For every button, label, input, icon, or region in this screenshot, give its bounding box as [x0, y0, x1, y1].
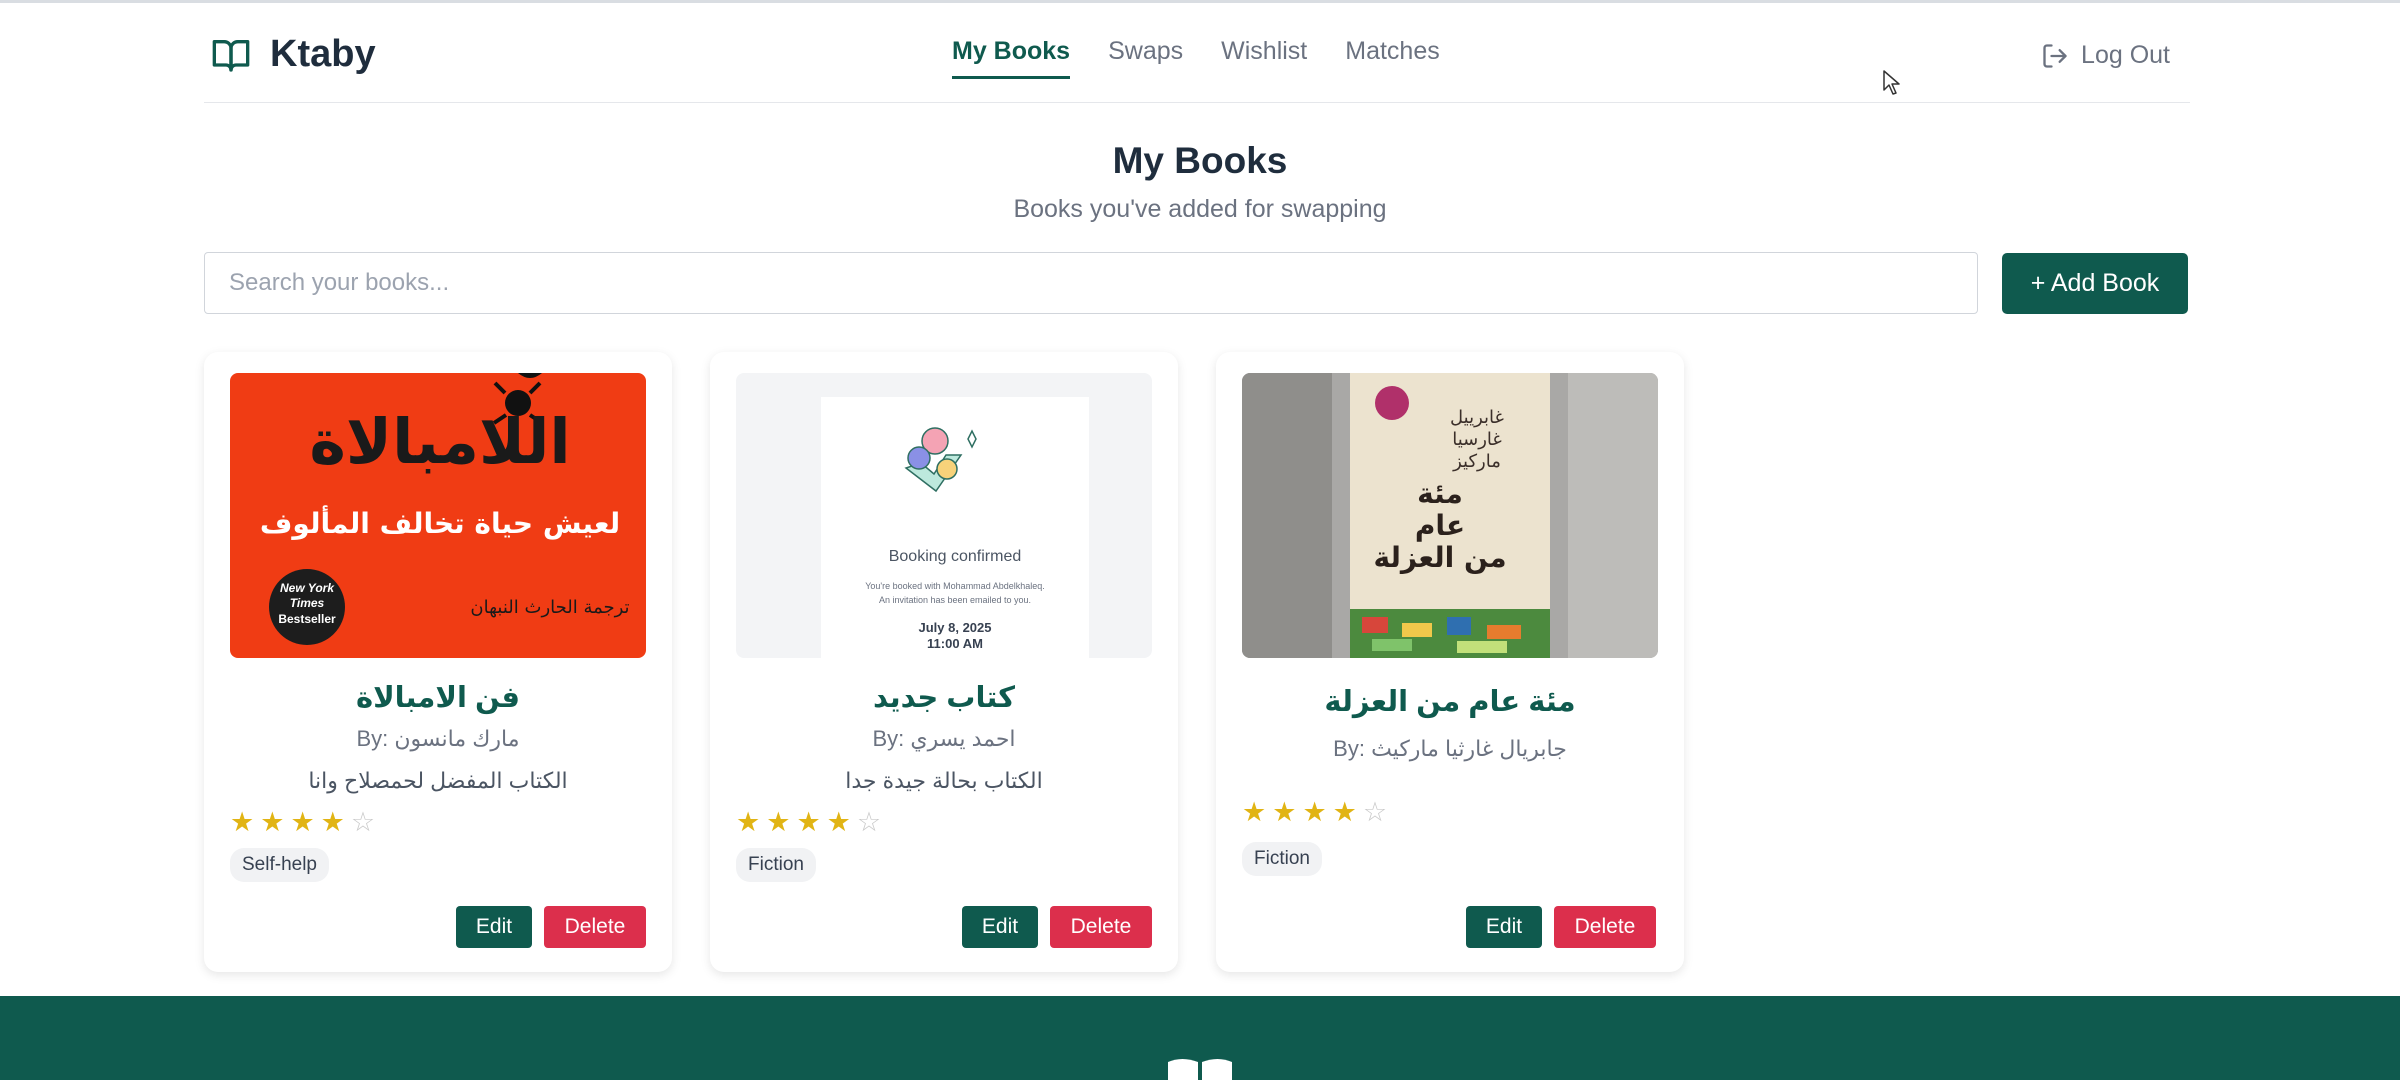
book-author: By: مارك مانسون	[356, 726, 520, 751]
star-icon: ★	[1272, 797, 1297, 827]
genre-badge: Fiction	[736, 848, 816, 882]
logout-icon	[2043, 43, 2067, 68]
edit-button[interactable]: Edit	[1466, 906, 1542, 948]
delete-button[interactable]: Delete	[544, 906, 646, 948]
star-icon: ★	[826, 807, 851, 837]
logo[interactable]: Ktaby	[208, 33, 376, 76]
svg-text:ماركيز: ماركيز	[1452, 451, 1501, 472]
star-outline-icon: ☆	[1362, 797, 1388, 827]
book-title: فن الامبالاة	[355, 682, 521, 714]
genre-badge: Self-help	[230, 848, 329, 882]
svg-text:Bestseller: Bestseller	[278, 612, 336, 626]
star-icon: ★	[736, 807, 761, 837]
star-icon: ★	[1302, 797, 1327, 827]
svg-text:غابرييل: غابرييل	[1450, 407, 1504, 428]
star-icon: ★	[796, 807, 821, 837]
star-icon: ★	[260, 807, 285, 837]
delete-button[interactable]: Delete	[1050, 906, 1152, 948]
star-rating: ★ ★ ★ ★ ☆	[1242, 799, 1387, 826]
open-book-icon	[1168, 1059, 1232, 1080]
star-icon: ★	[320, 807, 345, 837]
app-name: Ktaby	[270, 33, 376, 75]
book-card: Booking confirmed You're booked with Moh…	[710, 352, 1178, 972]
nav-wishlist[interactable]: Wishlist	[1221, 37, 1307, 79]
edit-button[interactable]: Edit	[962, 906, 1038, 948]
footer	[0, 996, 2400, 1080]
svg-text:An invitation has been emailed: An invitation has been emailed to you.	[879, 595, 1031, 605]
star-outline-icon: ☆	[856, 807, 882, 837]
book-cover-image[interactable]: غابرييل غارسيا ماركيز مئة عام من العزلة	[1242, 373, 1658, 658]
star-icon: ★	[1242, 797, 1267, 827]
nav-swaps[interactable]: Swaps	[1108, 37, 1183, 79]
genre-badge: Fiction	[1242, 842, 1322, 876]
book-author: By: احمد يسري	[872, 726, 1016, 751]
svg-text:You're booked with Mohammad Ab: You're booked with Mohammad Abdelkhaleq.	[865, 581, 1045, 591]
book-title: مئة عام من العزلة	[1324, 686, 1576, 718]
svg-text:11:00 AM: 11:00 AM	[927, 636, 983, 651]
star-icon: ★	[1332, 797, 1357, 827]
nav-my-books[interactable]: My Books	[952, 37, 1071, 79]
svg-text:غارسيا: غارسيا	[1452, 429, 1502, 450]
book-description: الكتاب المفضل لحمصلاح وانا	[308, 768, 568, 793]
page-title: My Books	[1112, 140, 1288, 181]
svg-text:عام: عام	[1415, 509, 1465, 542]
book-cover-image[interactable]: Booking confirmed You're booked with Moh…	[736, 373, 1152, 658]
svg-text:من العزلة: من العزلة	[1373, 541, 1506, 574]
main-nav: My Books Swaps Wishlist Matches	[952, 37, 1440, 79]
delete-button[interactable]: Delete	[1554, 906, 1656, 948]
star-icon: ★	[766, 807, 791, 837]
book-card: غابرييل غارسيا ماركيز مئة عام من العزلة …	[1216, 352, 1684, 972]
svg-text:اللامبالاة: اللامبالاة	[309, 405, 570, 478]
book-description: الكتاب بحالة جيدة جدا	[845, 768, 1043, 793]
star-rating: ★ ★ ★ ★ ☆	[230, 809, 375, 836]
mouse-cursor-icon	[1883, 70, 1900, 95]
edit-button[interactable]: Edit	[456, 906, 532, 948]
star-rating: ★ ★ ★ ★ ☆	[736, 809, 881, 836]
page-subtitle: Books you've added for swapping	[1013, 195, 1387, 223]
svg-text:لعيش حياة تخالف المألوف: لعيش حياة تخالف المألوف	[260, 505, 620, 540]
book-title: كتاب جديد	[872, 682, 1016, 714]
search-input[interactable]	[204, 252, 1978, 314]
star-icon: ★	[290, 807, 315, 837]
open-book-icon	[212, 39, 250, 72]
svg-text:Times: Times	[290, 596, 325, 610]
svg-text:New York: New York	[280, 581, 335, 595]
book-card: اللامبالاة لعيش حياة تخالف المألوف ترجمة…	[204, 352, 672, 972]
star-outline-icon: ☆	[350, 807, 376, 837]
svg-text:ترجمة الحارث النبهان: ترجمة الحارث النبهان	[470, 597, 629, 618]
book-author: By: جابريال غارثيا ماركيث	[1333, 736, 1567, 761]
book-cover-image[interactable]: اللامبالاة لعيش حياة تخالف المألوف ترجمة…	[230, 373, 646, 658]
logout-button[interactable]: Log Out	[2041, 41, 2170, 70]
nav-matches[interactable]: Matches	[1345, 37, 1439, 79]
star-icon: ★	[230, 807, 255, 837]
svg-text:Booking confirmed: Booking confirmed	[889, 548, 1022, 565]
svg-text:July 8, 2025: July 8, 2025	[919, 620, 992, 635]
add-book-button[interactable]: + Add Book	[2002, 253, 2188, 314]
logout-label: Log Out	[2081, 41, 2170, 69]
svg-text:مئة: مئة	[1417, 477, 1463, 510]
